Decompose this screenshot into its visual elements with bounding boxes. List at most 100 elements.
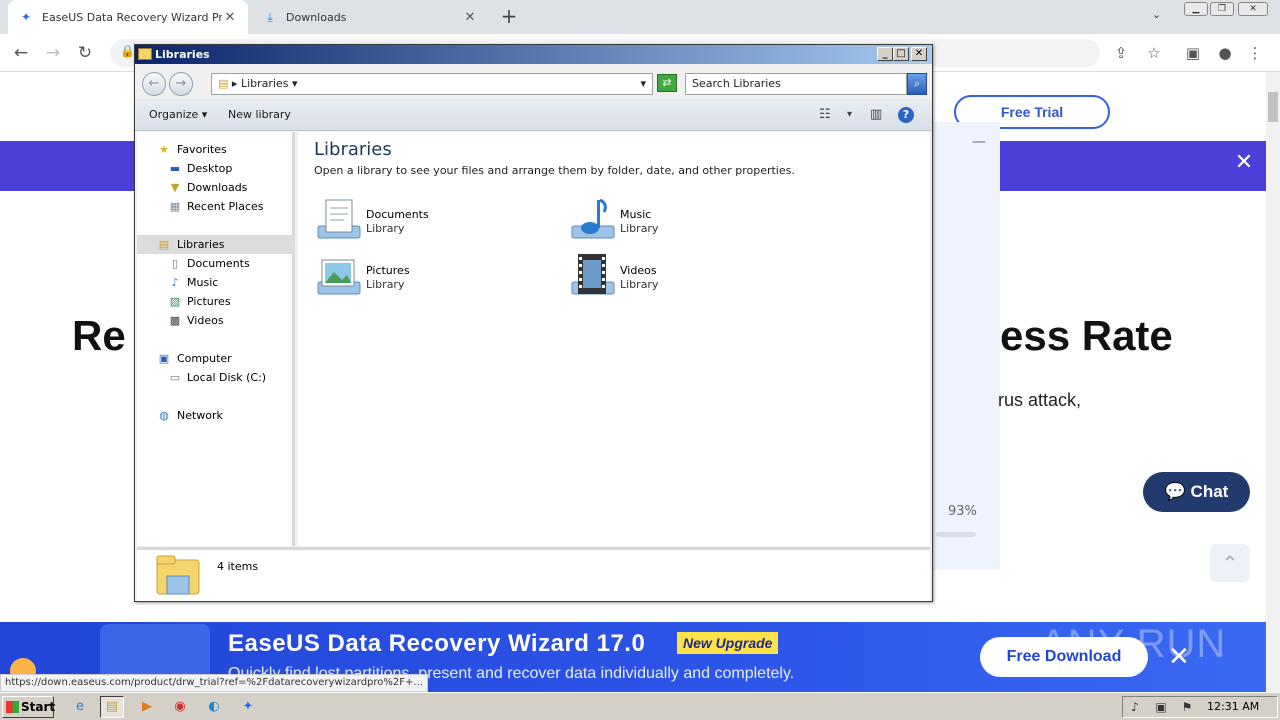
view-options-icon[interactable]: ☷ [819, 107, 831, 122]
close-window-icon[interactable]: ✕ [1238, 2, 1268, 16]
edge-icon[interactable]: ◐ [202, 696, 226, 718]
page-title: Libraries [314, 139, 392, 160]
minimize-icon[interactable]: ▁ [1184, 2, 1208, 16]
nav-computer[interactable]: ▣ Computer [137, 349, 295, 368]
address-dropdown-icon[interactable]: ▾ [640, 74, 646, 94]
nav-recent-places[interactable]: ▦ Recent Places [137, 197, 295, 216]
library-documents[interactable]: Documents Library [314, 196, 534, 248]
computer-icon: ▣ [158, 352, 170, 365]
progress-bar [936, 532, 976, 537]
breadcrumb-chevron-icon[interactable]: ▸ [232, 77, 238, 90]
side-panel-decoration [932, 122, 1000, 570]
library-name: Music [620, 208, 652, 221]
tab-downloads[interactable]: ⤓ Downloads ✕ [252, 0, 488, 34]
nav-label: Videos [187, 314, 224, 327]
help-icon[interactable]: ? [898, 107, 914, 123]
nav-label: Recent Places [187, 200, 264, 213]
free-download-button[interactable]: Free Download [980, 637, 1148, 677]
nav-label: Documents [187, 257, 250, 270]
easeus-favicon-icon: ✦ [20, 10, 32, 24]
tab-easeus[interactable]: ✦ EaseUS Data Recovery Wizard Profe ✕ [8, 0, 248, 34]
close-icon[interactable]: ✕ [1168, 644, 1190, 670]
tab-search-chevron-icon[interactable]: ⌄ [1152, 8, 1161, 21]
nav-documents[interactable]: ▯ Documents [137, 254, 295, 273]
profile-avatar-icon[interactable]: ● [1214, 42, 1236, 64]
breadcrumb-libraries[interactable]: Libraries [241, 77, 289, 90]
chat-button[interactable]: 💬 Chat [1143, 472, 1250, 512]
nav-label: Local Disk (C:) [187, 371, 267, 384]
share-icon[interactable]: ⇪ [1110, 42, 1132, 64]
new-tab-button[interactable]: + [498, 5, 520, 27]
minimize-icon[interactable]: _ [877, 47, 893, 61]
restore-icon[interactable]: ❐ [1210, 2, 1234, 16]
library-videos[interactable]: Videos Library [568, 252, 788, 304]
nav-downloads[interactable]: ▼ Downloads [137, 178, 295, 197]
view-dropdown-icon[interactable]: ▾ [847, 109, 852, 120]
tab-title: Downloads [286, 10, 347, 24]
breadcrumb-chevron-icon[interactable]: ▾ [292, 77, 298, 90]
details-pane: 4 items [137, 547, 930, 601]
nav-network[interactable]: ◍ Network [137, 406, 295, 425]
nav-label: Desktop [187, 162, 233, 175]
library-pictures[interactable]: Pictures Library [314, 252, 534, 304]
bookmark-star-icon[interactable]: ☆ [1143, 42, 1165, 64]
menu-kebab-icon[interactable]: ⋮ [1244, 42, 1266, 64]
nav-libraries[interactable]: ▤ Libraries [137, 235, 295, 254]
window-title: Libraries [155, 48, 210, 61]
libraries-folder-icon [156, 555, 200, 595]
star-icon: ★ [159, 143, 169, 156]
network-icon[interactable]: ▣ [1153, 697, 1169, 717]
clock[interactable]: 12:31 AM [1207, 697, 1259, 717]
nav-desktop[interactable]: ▬ Desktop [137, 159, 295, 178]
maximize-icon[interactable]: □ [893, 47, 909, 61]
videos-library-icon [571, 254, 615, 295]
window-titlebar[interactable]: Libraries [135, 45, 932, 64]
preview-pane-icon[interactable]: ▥ [870, 107, 882, 122]
nav-favorites[interactable]: ★ Favorites [137, 140, 295, 159]
media-player-icon[interactable]: ▶ [135, 696, 159, 718]
nav-local-disk[interactable]: ▭ Local Disk (C:) [137, 368, 295, 387]
back-arrow-icon[interactable]: ← [142, 72, 166, 96]
library-name: Videos [620, 264, 657, 277]
reload-icon[interactable]: ↻ [74, 42, 96, 64]
explorer-folder-icon[interactable]: ▤ [100, 696, 124, 718]
new-library-button[interactable]: New library [228, 108, 291, 121]
close-icon[interactable]: ✕ [1233, 152, 1255, 174]
refresh-icon[interactable]: ⇄ [657, 74, 677, 92]
search-icon[interactable]: ⌕ [907, 73, 927, 95]
easeus-app-icon[interactable]: ✦ [236, 696, 260, 718]
nav-music[interactable]: ♪ Music [137, 273, 295, 292]
side-panel-icon[interactable]: ▣ [1182, 42, 1204, 64]
chrome-icon[interactable]: ◉ [168, 696, 192, 718]
system-tray: ♪ ▣ ⚑ 12:31 AM [1122, 696, 1278, 718]
forward-arrow-icon[interactable]: → [169, 72, 193, 96]
folder-icon [138, 48, 152, 60]
headline-fragment-right: ess Rate [1000, 312, 1173, 359]
windows-logo-icon [6, 701, 19, 713]
organize-menu[interactable]: Organize ▾ [149, 108, 207, 121]
close-tab-icon[interactable]: ✕ [222, 10, 238, 25]
library-name: Pictures [366, 264, 410, 277]
search-input[interactable]: Search Libraries [685, 73, 907, 95]
close-tab-icon[interactable]: ✕ [462, 10, 478, 25]
library-type: Library [620, 222, 659, 235]
action-center-flag-icon[interactable]: ⚑ [1179, 697, 1195, 717]
close-icon[interactable]: ✕ [911, 47, 927, 61]
library-music[interactable]: Music Library [568, 196, 788, 248]
nav-pictures[interactable]: ▨ Pictures [137, 292, 295, 311]
address-bar[interactable]: ▤ ▸ Libraries ▾ ▾ [211, 73, 653, 95]
start-button[interactable]: Start [2, 696, 55, 718]
back-to-top-chevron-icon[interactable]: ⌃ [1210, 544, 1250, 582]
back-arrow-icon[interactable]: ← [10, 42, 32, 64]
minimize-icon[interactable]: — [972, 134, 986, 150]
page-scrollbar[interactable] [1266, 72, 1280, 692]
forward-arrow-icon[interactable]: → [42, 42, 64, 64]
link-status-url: https://down.easeus.com/product/drw_tria… [0, 674, 428, 692]
scroll-thumb[interactable] [1268, 92, 1278, 122]
volume-icon[interactable]: ♪ [1127, 697, 1143, 717]
ie-icon[interactable]: e [68, 696, 92, 718]
nav-videos[interactable]: ▩ Videos [137, 311, 295, 330]
nav-label: Music [187, 276, 219, 289]
nav-label: Network [177, 409, 223, 422]
page-description: Open a library to see your files and arr… [314, 164, 795, 177]
